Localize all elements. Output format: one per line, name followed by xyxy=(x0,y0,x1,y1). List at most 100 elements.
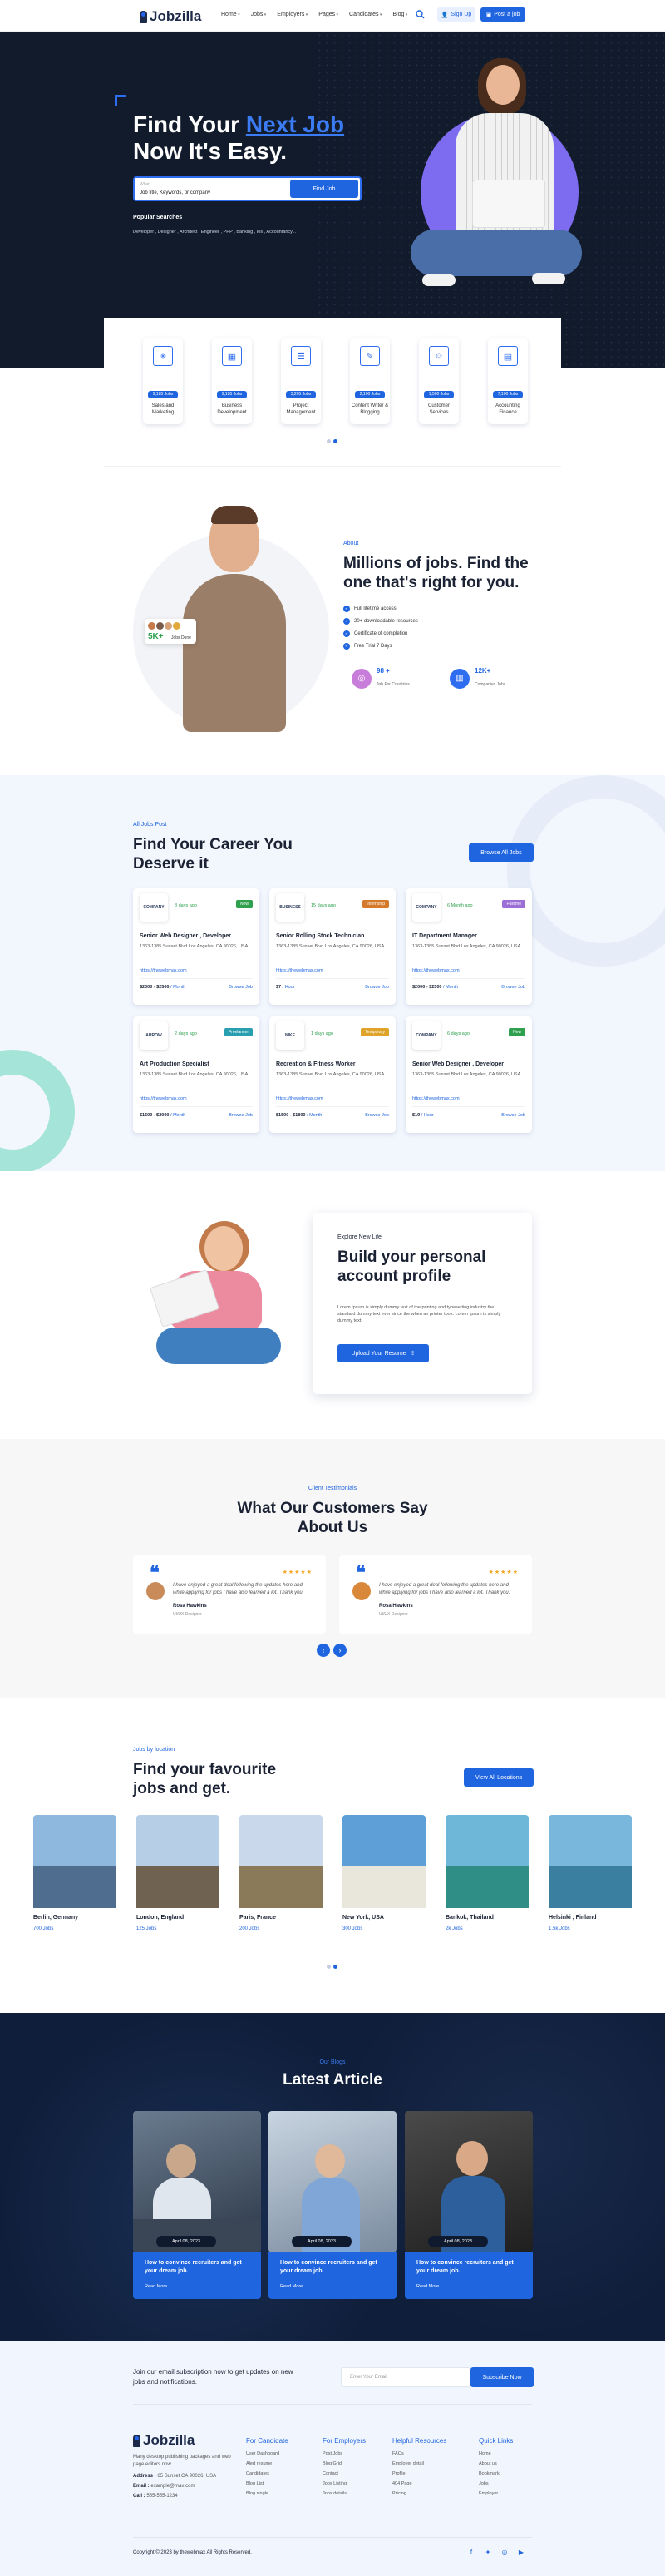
browse-job-link[interactable]: Browse Job xyxy=(365,1113,389,1118)
blog-headline[interactable]: How to convince recruiters and get your … xyxy=(280,2259,388,2276)
job-card[interactable]: COMPANY 6 days ago New Senior Web Designer … xyxy=(406,1016,532,1133)
job-title[interactable]: Art Production Specialist xyxy=(140,1061,209,1067)
category-card[interactable]: ✳ 9,185 Jobs Sales and Marketing xyxy=(143,338,183,424)
job-title[interactable]: IT Department Manager xyxy=(412,933,477,939)
footer-link[interactable]: 404 Page xyxy=(392,2481,446,2486)
footer-link[interactable]: Blog Grid xyxy=(323,2461,366,2466)
job-card[interactable]: ARROW 2 days ago Freelancer Art Production … xyxy=(133,1016,259,1133)
browse-all-jobs-button[interactable]: Browse All Jobs xyxy=(469,843,534,862)
footer-link[interactable]: Alert resume xyxy=(246,2461,288,2466)
category-card[interactable]: ▤ 7,100 Jobs Accounting Finance xyxy=(488,338,528,424)
job-card[interactable]: BUSINESS 15 days ago Internship Senior Roll… xyxy=(269,888,396,1005)
job-card[interactable]: COMPANY 6 Month ago Fulltime IT Department … xyxy=(406,888,532,1005)
job-title[interactable]: Senior Web Designer , Developer xyxy=(140,933,231,939)
next-arrow-button[interactable]: › xyxy=(333,1644,347,1657)
browse-job-link[interactable]: Browse Job xyxy=(501,985,525,990)
job-card[interactable]: COMPANY 8 days ago New Senior Web Designer … xyxy=(133,888,259,1005)
about-title: Millions of jobs. Find the one that's ri… xyxy=(343,555,529,591)
location-card[interactable]: London, England 125 Jobs xyxy=(136,1815,219,1941)
category-card[interactable]: ✎ 2,100 Jobs Content Writer & Blogging xyxy=(350,338,390,424)
location-card[interactable]: Paris, France 200 Jobs xyxy=(239,1815,323,1941)
find-job-button[interactable]: Find Job xyxy=(290,180,358,198)
category-card[interactable]: ▦ 9,185 Jobs Business Development xyxy=(212,338,252,424)
category-card[interactable]: ☺ 1,500 Jobs Customer Services xyxy=(419,338,459,424)
blog-headline[interactable]: How to convince recruiters and get your … xyxy=(145,2259,253,2276)
blog-card[interactable]: April 08, 2023 How to convince recruiter… xyxy=(268,2111,397,2299)
job-address: 1363-1385 Sunset Blvd Los Angeles, CA 90… xyxy=(140,944,249,949)
brand-logo[interactable]: Jobzilla xyxy=(140,8,201,25)
nav-item-home[interactable]: Home xyxy=(221,12,240,17)
blog-headline[interactable]: How to convince recruiters and get your … xyxy=(416,2259,525,2276)
job-website-link[interactable]: https://thewebmax.com xyxy=(276,1096,323,1101)
footer-link[interactable]: Profile xyxy=(392,2471,446,2476)
job-card[interactable]: NIKE 1 days ago Temporary Recreation & Fitn… xyxy=(269,1016,396,1133)
newsletter-email-input[interactable]: Enter Your Email xyxy=(341,2367,470,2387)
youtube-icon[interactable]: ▶ xyxy=(517,2549,525,2557)
pagination-dot[interactable] xyxy=(327,1965,331,1969)
subscribe-button[interactable]: Subscribe Now xyxy=(470,2367,534,2387)
browse-job-link[interactable]: Browse Job xyxy=(229,1113,253,1118)
footer-link[interactable]: Candidates xyxy=(246,2471,288,2476)
footer-link[interactable]: About us xyxy=(479,2461,513,2466)
job-website-link[interactable]: https://thewebmax.com xyxy=(140,968,187,973)
footer-link[interactable]: User Dashboard xyxy=(246,2451,288,2456)
blog-card[interactable]: April 08, 2023 How to convince recruiter… xyxy=(133,2111,261,2299)
footer-link[interactable]: Jobs details xyxy=(323,2491,366,2496)
prev-arrow-button[interactable]: ‹ xyxy=(317,1644,330,1657)
footer-logo[interactable]: Jobzilla xyxy=(133,2432,195,2449)
pagination-dot-active[interactable] xyxy=(333,1965,337,1969)
footer-link[interactable]: Blog List xyxy=(246,2481,288,2486)
footer-link[interactable]: FAQs xyxy=(392,2451,446,2456)
nav-item-pages[interactable]: Pages xyxy=(318,12,338,17)
pagination-dot-active[interactable] xyxy=(333,439,337,443)
location-card[interactable]: Berlin, Germany 700 Jobs xyxy=(33,1815,116,1941)
location-card[interactable]: New York, USA 300 Jobs xyxy=(342,1815,426,1941)
pagination-dot[interactable] xyxy=(327,439,331,443)
post-job-button[interactable]: ▣ Post a job xyxy=(480,7,525,22)
footer-link[interactable]: Employer xyxy=(479,2491,513,2496)
footer-link[interactable]: Contact xyxy=(323,2471,366,2476)
browse-job-link[interactable]: Browse Job xyxy=(501,1113,525,1118)
location-card[interactable]: Helsinki , Finland 1.5k Jobs xyxy=(549,1815,632,1941)
upload-resume-button[interactable]: Upload Your Resume ⇪ xyxy=(337,1344,429,1362)
footer-link[interactable]: Employer detail xyxy=(392,2461,446,2466)
job-website-link[interactable]: https://thewebmax.com xyxy=(412,1096,460,1101)
nav-item-blog[interactable]: Blog xyxy=(392,12,407,17)
footer-link[interactable]: Bookmark xyxy=(479,2471,513,2476)
twitter-icon[interactable]: ✦ xyxy=(484,2549,492,2557)
job-type-badge: Temporary xyxy=(361,1028,389,1036)
instagram-icon[interactable]: ◎ xyxy=(500,2549,509,2557)
view-all-locations-button[interactable]: View All Locations xyxy=(464,1768,534,1787)
browse-job-link[interactable]: Browse Job xyxy=(229,985,253,990)
job-title[interactable]: Senior Rolling Stock Technician xyxy=(276,933,364,939)
footer-link[interactable]: Jobs xyxy=(479,2481,513,2486)
footer-link[interactable]: Jobs Listing xyxy=(323,2481,366,2486)
email-value[interactable]: example@max.com xyxy=(150,2484,195,2489)
read-more-link[interactable]: Read More xyxy=(280,2284,303,2289)
job-website-link[interactable]: https://thewebmax.com xyxy=(276,968,323,973)
search-icon[interactable] xyxy=(416,10,425,19)
sign-up-button[interactable]: 👤 Sign Up xyxy=(437,7,475,22)
read-more-link[interactable]: Read More xyxy=(145,2284,167,2289)
job-website-link[interactable]: https://thewebmax.com xyxy=(140,1096,187,1101)
category-card[interactable]: ☰ 3,205 Jobs Project Management xyxy=(281,338,321,424)
footer-link[interactable]: Home xyxy=(479,2451,513,2456)
job-type-badge: New xyxy=(508,1028,525,1036)
browse-job-link[interactable]: Browse Job xyxy=(365,985,389,990)
job-website-link[interactable]: https://thewebmax.com xyxy=(412,968,460,973)
nav-item-employers[interactable]: Employers xyxy=(277,12,308,17)
nav-item-jobs[interactable]: Jobs xyxy=(251,12,267,17)
job-title[interactable]: Senior Web Designer , Developer xyxy=(412,1061,504,1067)
footer-link[interactable]: Post Jobs xyxy=(323,2451,366,2456)
job-title[interactable]: Recreation & Fitness Worker xyxy=(276,1061,356,1067)
popular-searches-list[interactable]: Developer , Designer , Architect , Engin… xyxy=(133,230,296,235)
blog-card[interactable]: April 08, 2023 How to convince recruiter… xyxy=(405,2111,533,2299)
location-card[interactable]: Bankok, Thailand 2k Jobs xyxy=(446,1815,529,1941)
search-input[interactable]: Job title, Keywords, or company xyxy=(140,190,210,195)
call-value[interactable]: 555-555-1234 xyxy=(146,2494,177,2499)
read-more-link[interactable]: Read More xyxy=(416,2284,439,2289)
footer-link[interactable]: Pricing xyxy=(392,2491,446,2496)
footer-link[interactable]: Blog single xyxy=(246,2491,288,2496)
nav-item-candidates[interactable]: Candidates xyxy=(349,12,382,17)
facebook-icon[interactable]: f xyxy=(467,2549,475,2557)
